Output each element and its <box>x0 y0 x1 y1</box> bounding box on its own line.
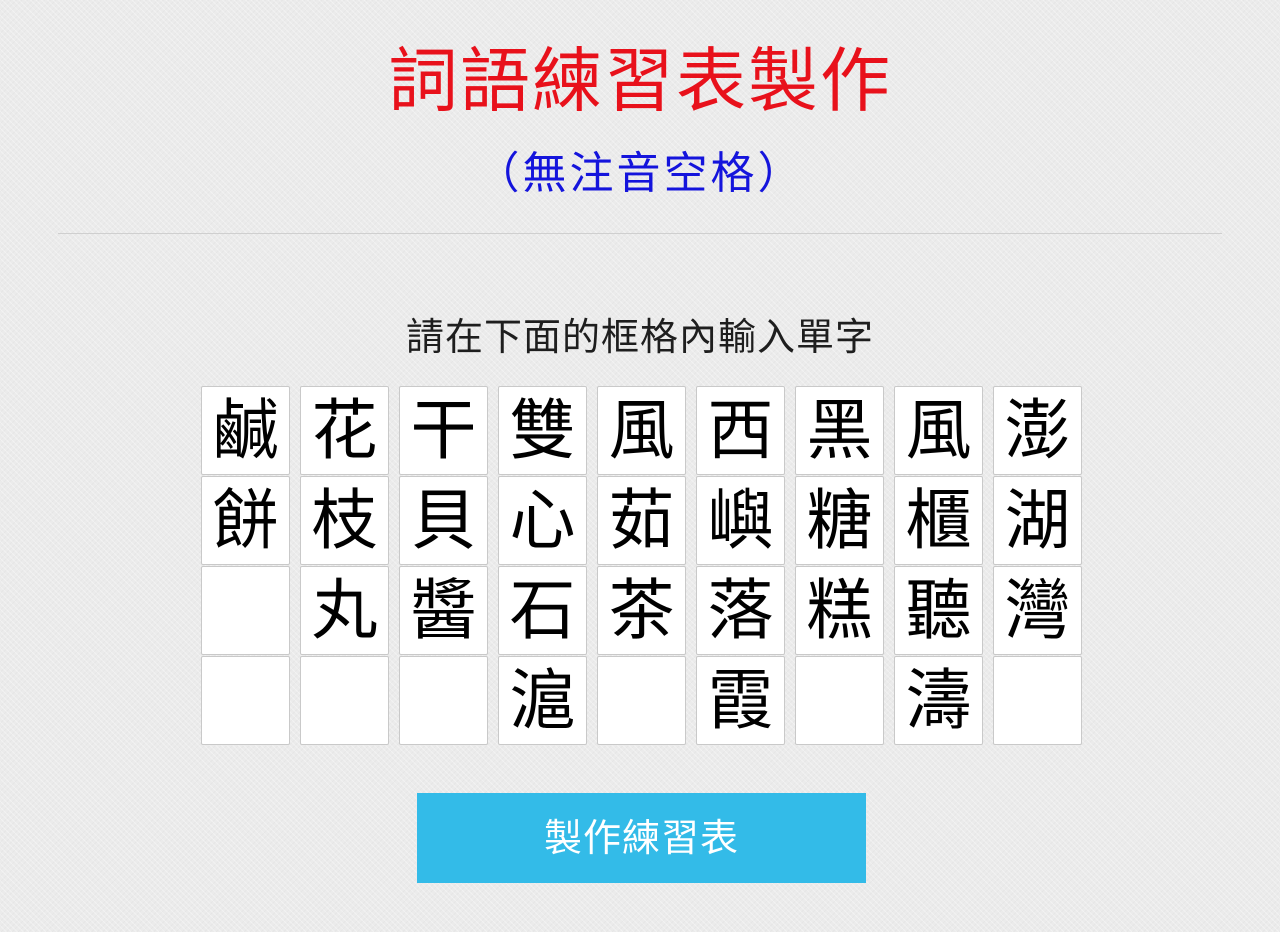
char-cell[interactable]: 湖 <box>993 476 1082 565</box>
char-cell[interactable]: 濤 <box>894 656 983 745</box>
char-cell[interactable] <box>300 656 389 745</box>
char-cell[interactable]: 霞 <box>696 656 785 745</box>
char-cell[interactable] <box>795 656 884 745</box>
page-title: 詞語練習表製作 <box>388 40 892 122</box>
char-cell[interactable]: 聽 <box>894 566 983 655</box>
char-cell[interactable]: 風 <box>597 386 686 475</box>
char-cell[interactable]: 茹 <box>597 476 686 565</box>
char-cell[interactable]: 糕 <box>795 566 884 655</box>
char-cell[interactable]: 餅 <box>201 476 290 565</box>
char-cell[interactable]: 茶 <box>597 566 686 655</box>
character-grid: 鹹 花 干 雙 風 西 黑 風 澎 餅 枝 貝 心 茹 嶼 糖 櫃 湖 丸 醬 … <box>201 386 1082 746</box>
char-cell[interactable]: 櫃 <box>894 476 983 565</box>
char-cell[interactable] <box>201 656 290 745</box>
char-cell[interactable]: 糖 <box>795 476 884 565</box>
instruction-text: 請在下面的框格內輸入單字 <box>405 315 874 359</box>
char-cell[interactable]: 心 <box>498 476 587 565</box>
char-cell[interactable] <box>201 566 290 655</box>
char-cell[interactable] <box>993 656 1082 745</box>
char-cell[interactable]: 花 <box>300 386 389 475</box>
char-cell[interactable]: 醬 <box>399 566 488 655</box>
make-worksheet-button[interactable]: 製作練習表 <box>417 793 866 883</box>
char-cell[interactable]: 落 <box>696 566 785 655</box>
char-cell[interactable]: 石 <box>498 566 587 655</box>
divider <box>58 233 1222 234</box>
char-cell[interactable]: 貝 <box>399 476 488 565</box>
char-cell[interactable] <box>399 656 488 745</box>
char-cell[interactable]: 雙 <box>498 386 587 475</box>
char-cell[interactable]: 丸 <box>300 566 389 655</box>
char-cell[interactable]: 鹹 <box>201 386 290 475</box>
char-cell[interactable]: 灣 <box>993 566 1082 655</box>
char-cell[interactable]: 嶼 <box>696 476 785 565</box>
char-cell[interactable]: 枝 <box>300 476 389 565</box>
char-cell[interactable]: 澎 <box>993 386 1082 475</box>
char-cell[interactable] <box>597 656 686 745</box>
page-subtitle: （無注音空格） <box>475 148 805 199</box>
char-cell[interactable]: 滬 <box>498 656 587 745</box>
char-cell[interactable]: 黑 <box>795 386 884 475</box>
char-cell[interactable]: 干 <box>399 386 488 475</box>
char-cell[interactable]: 風 <box>894 386 983 475</box>
char-cell[interactable]: 西 <box>696 386 785 475</box>
